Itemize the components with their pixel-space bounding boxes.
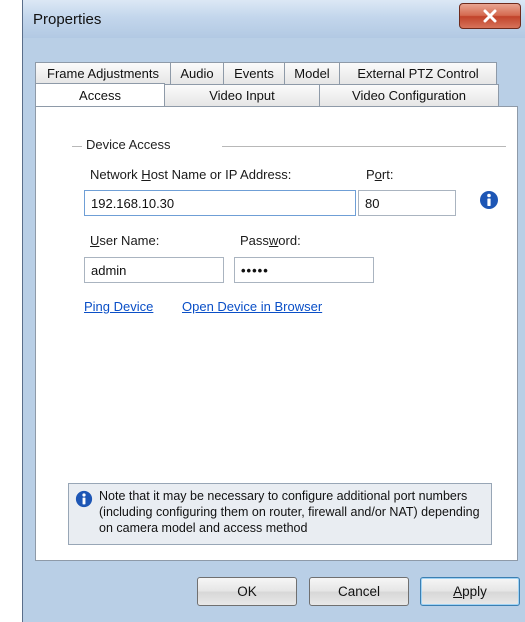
user-label-accesskey: U — [90, 233, 100, 248]
port-label-pre: P — [366, 167, 375, 182]
user-label-post: ser Name: — [99, 233, 160, 248]
tab-frame-adjustments[interactable]: Frame Adjustments — [35, 62, 171, 84]
apply-accesskey: A — [453, 584, 463, 599]
tab-model[interactable]: Model — [284, 62, 340, 84]
close-button[interactable] — [459, 3, 521, 29]
open-device-in-browser-link[interactable]: Open Device in Browser — [182, 299, 322, 314]
info-icon[interactable] — [479, 190, 499, 210]
properties-dialog: Properties Frame Adjustments Audio Event… — [22, 0, 525, 622]
ping-device-link[interactable]: Ping Device — [84, 299, 153, 314]
password-label: Password: — [240, 233, 301, 248]
note-info-icon — [75, 490, 93, 508]
host-label: Network Host Name or IP Address: — [90, 167, 291, 182]
group-divider-right — [222, 146, 506, 147]
password-label-pre: Pass — [240, 233, 269, 248]
tab-video-input[interactable]: Video Input — [164, 84, 320, 106]
title-bar[interactable]: Properties — [23, 0, 525, 38]
note-box: Note that it may be necessary to configu… — [68, 483, 492, 545]
port-label-accesskey: o — [374, 167, 382, 182]
ok-button[interactable]: OK — [197, 577, 297, 606]
host-label-pre: Network — [90, 167, 142, 182]
group-divider-left — [72, 146, 82, 147]
host-label-accesskey: H — [141, 167, 151, 182]
window-title: Properties — [33, 11, 102, 28]
user-name-input[interactable]: admin — [84, 257, 224, 283]
host-label-post: ost Name or IP Address: — [150, 167, 292, 182]
tab-external-ptz-control[interactable]: External PTZ Control — [339, 62, 497, 84]
cancel-button[interactable]: Cancel — [309, 577, 409, 606]
apply-button[interactable]: Apply — [420, 577, 520, 606]
password-input[interactable]: ••••• — [234, 257, 374, 283]
port-label: Port: — [366, 167, 393, 182]
user-name-label: User Name: — [90, 233, 159, 248]
tab-row-front: Access Video Input Video Configuration — [35, 83, 499, 107]
host-input[interactable]: 192.168.10.30 — [84, 190, 356, 216]
password-label-accesskey: w — [268, 233, 279, 248]
tab-audio[interactable]: Audio — [170, 62, 224, 84]
port-input[interactable]: 80 — [358, 190, 456, 216]
access-tab-panel: Device Access Network Host Name or IP Ad… — [35, 106, 518, 561]
device-access-group-label: Device Access — [84, 137, 173, 152]
apply-label: pply — [462, 584, 487, 599]
tab-events[interactable]: Events — [223, 62, 285, 84]
tab-video-configuration[interactable]: Video Configuration — [319, 84, 499, 106]
port-label-post: rt: — [381, 167, 394, 182]
tab-access[interactable]: Access — [35, 83, 165, 107]
note-text: Note that it may be necessary to configu… — [99, 489, 480, 535]
close-icon — [483, 9, 497, 23]
password-label-post: ord: — [278, 233, 301, 248]
tab-row-back: Frame Adjustments Audio Events Model Ext… — [35, 62, 497, 84]
